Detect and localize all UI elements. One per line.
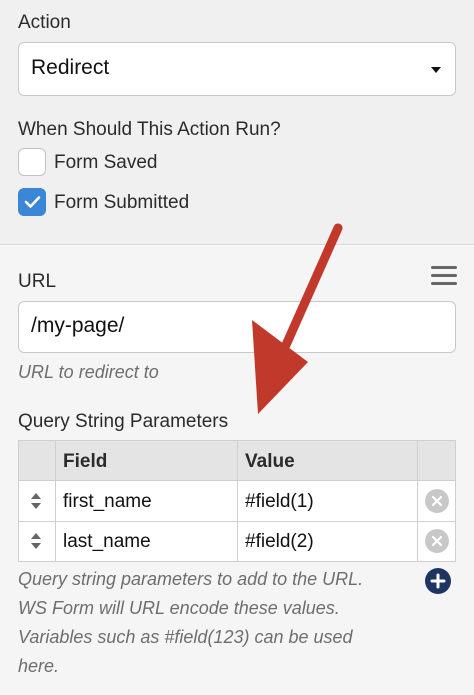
- run-when-label: When Should This Action Run?: [18, 119, 281, 140]
- caret-down-icon: [431, 67, 441, 73]
- url-label: URL: [18, 271, 57, 292]
- form-submitted-checkbox[interactable]: [18, 188, 46, 216]
- action-label: Action: [18, 12, 71, 33]
- url-help-text: URL to redirect to: [18, 362, 159, 382]
- action-select-value: Redirect: [31, 56, 110, 79]
- url-input[interactable]: /my-page/: [18, 301, 456, 353]
- query-params-table: Field Value first_name #field(1) last_na…: [18, 440, 456, 562]
- row-1-field[interactable]: first_name: [63, 491, 152, 513]
- query-params-label: Query String Parameters: [18, 411, 229, 432]
- row-2-value[interactable]: #field(2): [245, 531, 314, 553]
- column-header-value: Value: [245, 451, 295, 472]
- url-input-value: /my-page/: [31, 314, 125, 337]
- sort-arrows-icon[interactable]: [29, 531, 43, 551]
- help-line: Query string parameters to add to the UR…: [18, 569, 364, 589]
- help-line: here.: [18, 656, 60, 676]
- checkmark-icon: [24, 196, 41, 208]
- form-saved-checkbox[interactable]: [18, 148, 46, 176]
- query-params-help-text: Query string parameters to add to the UR…: [18, 565, 418, 681]
- column-header-field: Field: [63, 451, 108, 472]
- action-settings-panel: Action Redirect When Should This Action …: [0, 0, 474, 695]
- row-1-value[interactable]: #field(1): [245, 491, 314, 513]
- form-submitted-label[interactable]: Form Submitted: [54, 192, 189, 214]
- hamburger-menu-icon[interactable]: [431, 266, 457, 288]
- remove-circle-icon[interactable]: [425, 489, 449, 513]
- remove-circle-icon[interactable]: [425, 529, 449, 553]
- help-line: Variables such as #field(123) can be use…: [18, 627, 353, 647]
- help-line: WS Form will URL encode these values.: [18, 598, 340, 618]
- form-saved-label[interactable]: Form Saved: [54, 152, 157, 174]
- action-select[interactable]: Redirect: [18, 42, 456, 96]
- row-2-field[interactable]: last_name: [63, 531, 151, 553]
- add-circle-icon[interactable]: [425, 568, 451, 594]
- sort-arrows-icon[interactable]: [29, 491, 43, 511]
